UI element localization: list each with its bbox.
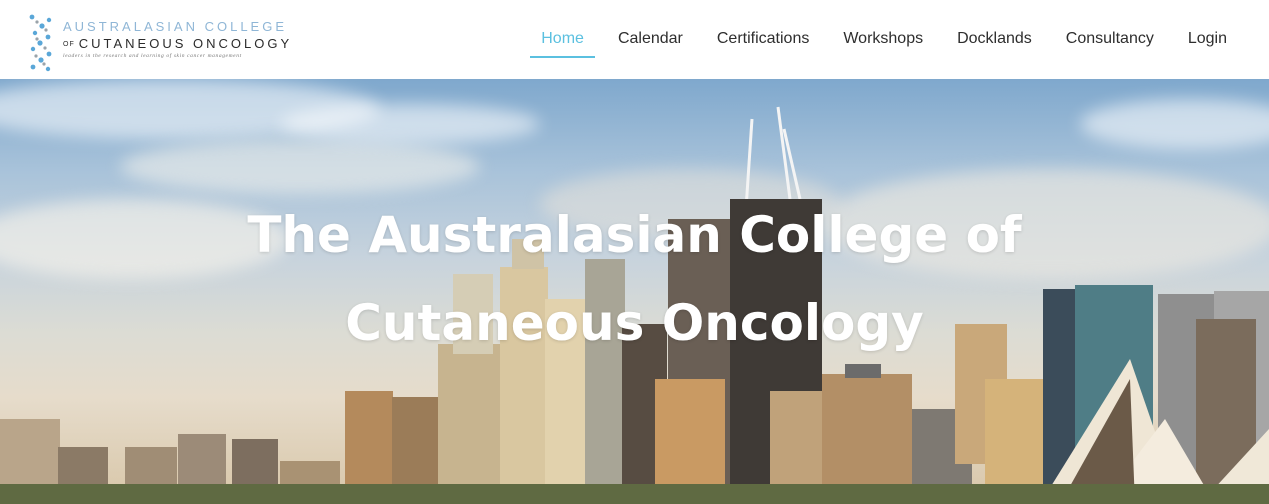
nav-calendar[interactable]: Calendar: [601, 28, 700, 58]
college-logo[interactable]: AUSTRALASIAN COLLEGE OF CUTANEOUS ONCOLOG…: [27, 13, 297, 73]
hero-title: The Australasian College of Cutaneous On…: [0, 191, 1269, 367]
nav-certifications[interactable]: Certifications: [700, 28, 826, 58]
site-header: AUSTRALASIAN COLLEGE OF CUTANEOUS ONCOLOG…: [0, 0, 1269, 79]
nav-login[interactable]: Login: [1171, 28, 1244, 58]
logo-line2-text: CUTANEOUS ONCOLOGY: [78, 36, 293, 51]
logo-line2: OF CUTANEOUS ONCOLOGY: [63, 36, 292, 51]
nav-consultancy[interactable]: Consultancy: [1049, 28, 1171, 58]
logo-tagline: leaders in the research and learning of …: [63, 53, 242, 59]
hero-banner: The Australasian College of Cutaneous On…: [0, 79, 1269, 504]
logo-of: OF: [63, 41, 75, 49]
logo-line1: AUSTRALASIAN COLLEGE: [63, 19, 287, 34]
dna-helix-icon: [29, 14, 52, 72]
nav-workshops[interactable]: Workshops: [826, 28, 940, 58]
hero-title-line2: Cutaneous Oncology: [345, 294, 924, 352]
hero-title-line1: The Australasian College of: [247, 206, 1022, 264]
main-nav: Home Calendar Certifications Workshops D…: [524, 28, 1244, 58]
nav-home[interactable]: Home: [524, 28, 601, 58]
nav-docklands[interactable]: Docklands: [940, 28, 1049, 58]
